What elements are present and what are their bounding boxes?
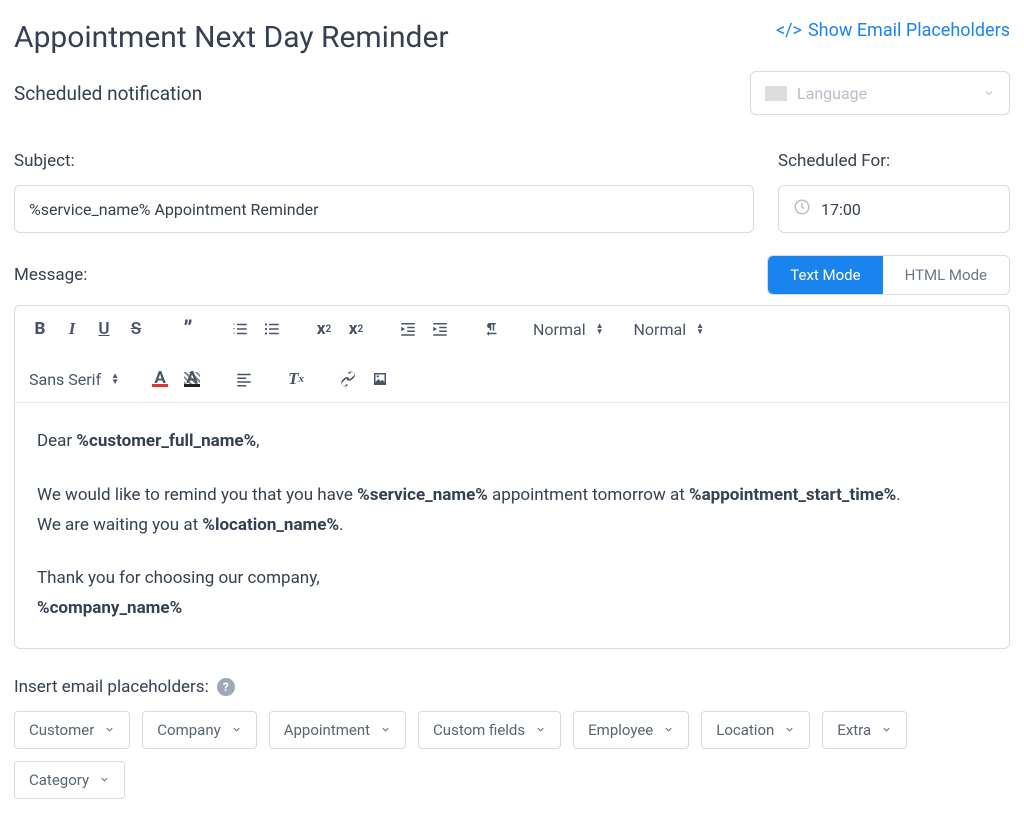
chip-label: Custom fields	[433, 721, 525, 739]
align-button[interactable]	[233, 368, 255, 390]
chip-label: Appointment	[284, 721, 370, 739]
size-select-label: Normal	[634, 320, 687, 339]
text-mode-button[interactable]: Text Mode	[768, 256, 882, 294]
chevron-down-icon	[380, 721, 391, 739]
chevron-down-icon	[983, 84, 995, 103]
placeholder-chip-custom-fields[interactable]: Custom fields	[418, 711, 561, 749]
html-mode-button[interactable]: HTML Mode	[883, 256, 1009, 294]
outdent-button[interactable]	[397, 318, 419, 340]
thank-you-text: Thank you for choosing our company,	[37, 564, 987, 594]
link-button[interactable]	[337, 368, 359, 390]
chip-label: Location	[716, 721, 774, 739]
chevron-down-icon	[104, 721, 115, 739]
chevron-down-icon	[784, 721, 795, 739]
placeholder-chip-employee[interactable]: Employee	[573, 711, 689, 749]
heading-select-label: Normal	[533, 320, 586, 339]
chevron-down-icon	[231, 721, 242, 739]
location-name-placeholder: %location_name%	[202, 515, 339, 535]
greeting-suffix: ,	[256, 431, 259, 451]
chip-label: Category	[29, 771, 89, 789]
chip-label: Employee	[588, 721, 653, 739]
placeholder-chip-company[interactable]: Company	[142, 711, 256, 749]
chip-label: Company	[157, 721, 220, 739]
reminder-text-2: appointment tomorrow at	[488, 485, 689, 505]
bold-button[interactable]: B	[29, 318, 51, 340]
placeholder-chip-category[interactable]: Category	[14, 761, 125, 799]
editor-toolbar: B I U S ” x2 x2 Normal ▲▼ Normal ▲▼	[15, 306, 1009, 403]
code-icon: </>	[776, 20, 802, 41]
greeting-prefix: Dear	[37, 431, 76, 451]
help-icon[interactable]: ?	[217, 678, 235, 696]
size-select[interactable]: Normal ▲▼	[634, 320, 705, 339]
chip-label: Customer	[29, 721, 94, 739]
location-text-2: .	[339, 515, 343, 535]
chevron-down-icon	[535, 721, 546, 739]
italic-button[interactable]: I	[61, 318, 83, 340]
subscript-button[interactable]: x2	[313, 318, 335, 340]
subject-input[interactable]	[29, 200, 739, 219]
underline-button[interactable]: U	[93, 318, 115, 340]
sort-icon: ▲▼	[596, 323, 604, 335]
ordered-list-button[interactable]	[229, 318, 251, 340]
scheduled-for-label: Scheduled For:	[778, 151, 1010, 171]
appointment-time-placeholder: %appointment_start_time%	[689, 485, 896, 505]
service-name-placeholder: %service_name%	[357, 485, 488, 505]
subtitle: Scheduled notification	[14, 82, 202, 105]
mode-toggle: Text Mode HTML Mode	[767, 255, 1010, 295]
sort-icon: ▲▼	[111, 373, 119, 385]
font-family-select[interactable]: Sans Serif ▲▼	[29, 370, 119, 389]
customer-name-placeholder: %customer_full_name%	[76, 431, 256, 451]
superscript-button[interactable]: x2	[345, 318, 367, 340]
page-title: Appointment Next Day Reminder	[14, 20, 449, 55]
blockquote-button[interactable]: ”	[177, 318, 199, 340]
rich-text-editor: B I U S ” x2 x2 Normal ▲▼ Normal ▲▼	[14, 305, 1010, 649]
sort-icon: ▲▼	[696, 323, 704, 335]
font-family-label: Sans Serif	[29, 370, 101, 389]
show-email-placeholders-label: Show Email Placeholders	[808, 20, 1010, 41]
insert-placeholders-label: Insert email placeholders:	[14, 677, 209, 697]
message-label: Message:	[14, 265, 87, 285]
highlight-color-button[interactable]: A	[181, 368, 203, 390]
chevron-down-icon	[99, 771, 110, 789]
language-select[interactable]: Language	[750, 71, 1010, 115]
scheduled-time-input[interactable]: 17:00	[778, 185, 1010, 233]
placeholder-chip-extra[interactable]: Extra	[822, 711, 907, 749]
company-name-placeholder: %company_name%	[37, 598, 182, 618]
clock-icon	[793, 198, 811, 220]
clear-formatting-button[interactable]: Tx	[285, 368, 307, 390]
show-email-placeholders-link[interactable]: </> Show Email Placeholders	[776, 20, 1010, 41]
placeholder-chips-row: Customer Company Appointment Custom fields E…	[14, 711, 1010, 799]
subject-label: Subject:	[14, 151, 754, 171]
indent-button[interactable]	[429, 318, 451, 340]
chevron-down-icon	[663, 721, 674, 739]
scheduled-time-value: 17:00	[821, 200, 861, 219]
placeholder-chip-appointment[interactable]: Appointment	[269, 711, 406, 749]
placeholder-chip-customer[interactable]: Customer	[14, 711, 130, 749]
text-color-button[interactable]: A	[149, 368, 171, 390]
reminder-text-3: .	[896, 485, 900, 505]
text-direction-button[interactable]	[481, 318, 503, 340]
image-button[interactable]	[369, 368, 391, 390]
heading-select[interactable]: Normal ▲▼	[533, 320, 604, 339]
editor-content[interactable]: Dear %customer_full_name%, We would like…	[15, 403, 1009, 648]
chevron-down-icon	[881, 721, 892, 739]
flag-icon	[765, 86, 787, 101]
strikethrough-button[interactable]: S	[125, 318, 147, 340]
reminder-text-1: We would like to remind you that you hav…	[37, 485, 357, 505]
subject-input-wrapper	[14, 185, 754, 233]
chip-label: Extra	[837, 721, 871, 739]
location-text-1: We are waiting you at	[37, 515, 202, 535]
placeholder-chip-location[interactable]: Location	[701, 711, 810, 749]
bullet-list-button[interactable]	[261, 318, 283, 340]
language-placeholder: Language	[797, 84, 867, 103]
